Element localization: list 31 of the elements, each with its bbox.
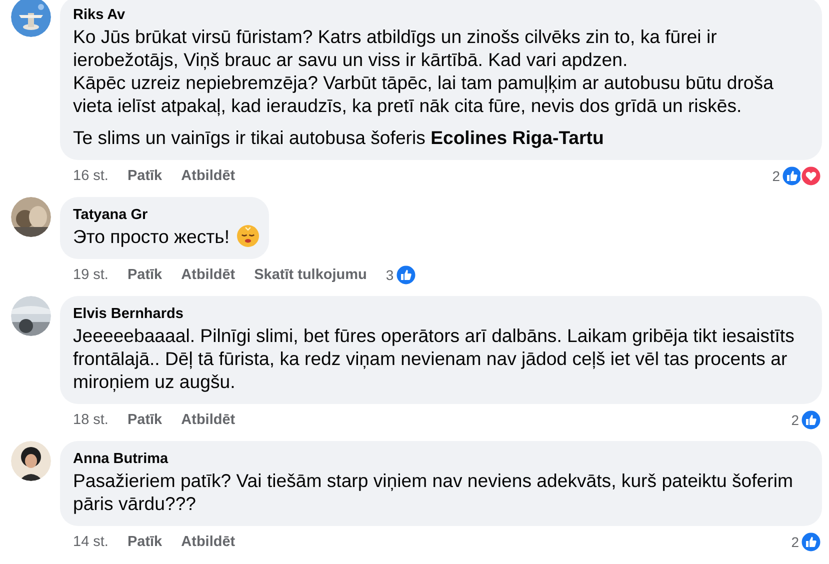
comment-text: Te slims un vainīgs ir tikai autobusa šoferis Ecolines Riga-Tartu <box>73 126 605 149</box>
author-name[interactable]: Riks Av <box>73 5 812 25</box>
reaction-count[interactable]: 2 <box>772 168 780 184</box>
timestamp-link[interactable]: 16 st. <box>73 168 108 184</box>
author-name[interactable]: Elvis Bernhards <box>73 304 812 324</box>
like-icon[interactable] <box>800 531 822 553</box>
like-link[interactable]: Patīk <box>127 534 162 550</box>
like-icon[interactable] <box>394 264 417 286</box>
author-name[interactable]: Anna Butrima <box>73 449 812 469</box>
emoji-icon <box>236 225 259 247</box>
reply-link[interactable]: Atbildēt <box>181 267 236 283</box>
comment-text: Pasažieriem patīk? Vai tiešām starp viņiem nav neviens adekvāts, kurš pateiktu šoferim pāris vārdu??? <box>73 469 794 515</box>
reaction-count[interactable]: 3 <box>386 267 394 283</box>
reply-link[interactable]: Atbildēt <box>181 412 236 428</box>
like-link[interactable]: Patīk <box>127 412 162 428</box>
reaction-count[interactable]: 2 <box>791 412 799 428</box>
like-link[interactable]: Patīk <box>127 168 162 184</box>
timestamp-link[interactable]: 14 st. <box>73 534 108 550</box>
timestamp-link[interactable]: 19 st. <box>73 267 108 283</box>
timestamp-link[interactable]: 18 st. <box>73 412 108 428</box>
comment-text: Это просто жесть! <box>73 225 259 248</box>
comment-text: Jeeeeebaaaal. Pilnīgi slimi, bet fūres operātors arī dalbāns. Laikam gribēja tikt iesaistīts frontālajā.. Dēļ tā fūrista, ka redz viņam nevienam nav jādod ceļš iet vēl tas procents ar miroņiem uz augšu. <box>73 324 796 393</box>
like-link[interactable]: Patīk <box>127 267 162 283</box>
reaction-count[interactable]: 2 <box>791 534 799 550</box>
reply-link[interactable]: Atbildēt <box>181 534 236 550</box>
like-icon[interactable] <box>781 165 803 187</box>
like-icon[interactable] <box>800 409 822 431</box>
comment-text: Ko Jūs brūkat virsū fūristam? Katrs atbildīgs un zinošs cilvēks zin to, ka fūrei ir ierobežotājs, Viņš brauc ar savu un viss ir kārtībā. Kad vari apdzen. Kāpēc uzreiz nepiebremzēja? Varbūt tāpēc, lai tam pamuļķim ar autobusu būtu droša vieta ielīst atpakaļ, kad ieraudzīs, ka pretī nāk cita fūre, nevis dos grīdā un riskēs. <box>73 25 774 117</box>
author-name[interactable]: Tatyana Gr <box>73 205 259 225</box>
translate-link[interactable]: Skatīt tulkojumu <box>254 267 367 283</box>
reply-link[interactable]: Atbildēt <box>181 168 236 184</box>
